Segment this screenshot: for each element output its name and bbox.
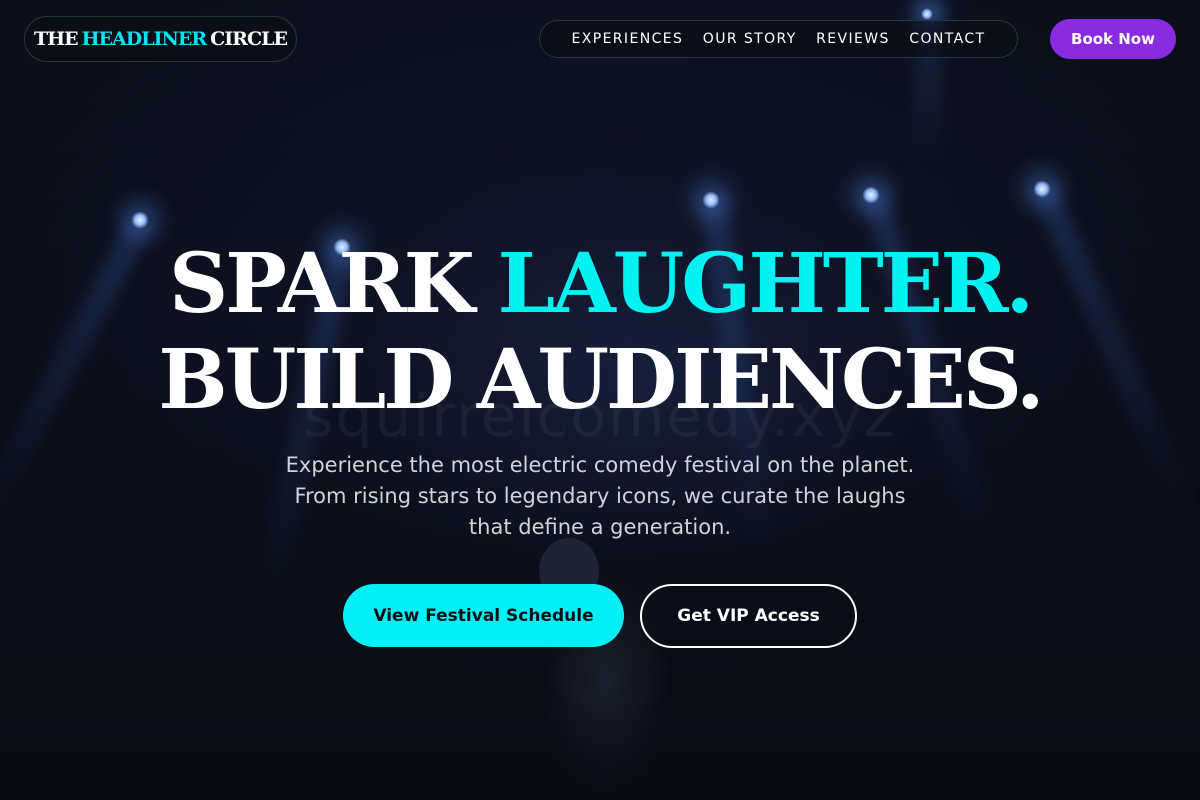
subtitle-line: that define a generation. [468,515,732,539]
stage-light [702,191,720,209]
book-now-button[interactable]: Book Now [1050,19,1176,59]
nav-link-our-story[interactable]: OUR STORY [703,31,797,47]
main-nav: EXPERIENCES OUR STORY REVIEWS CONTACT [539,20,1018,58]
stage-light [131,211,149,229]
hero-subtitle: Experience the most electric comedy fest… [250,450,950,543]
vip-access-button[interactable]: Get VIP Access [640,584,857,648]
stage-light [862,186,880,204]
subtitle-line: From rising stars to legendary icons, we… [294,484,906,508]
nav-link-experiences[interactable]: EXPERIENCES [571,31,683,47]
logo-word-the: THE [34,28,79,50]
site-logo[interactable]: THE HEADLINER CIRCLE [24,16,297,62]
logo-word-circle: CIRCLE [210,28,288,50]
nav-link-reviews[interactable]: REVIEWS [816,31,890,47]
headline-laughter: LAUGHTER. [497,236,1035,332]
stage-light [921,8,933,20]
view-schedule-button[interactable]: View Festival Schedule [343,584,624,647]
subtitle-line: Experience the most electric comedy fest… [285,453,915,477]
nav-link-contact[interactable]: CONTACT [909,31,985,47]
logo-word-headliner: HEADLINER [81,28,208,50]
performer-silhouette [505,530,715,800]
stage-light [1033,180,1051,198]
hero-headline: SPARK LAUGHTER. BUILD AUDIENCES. [0,236,1200,428]
headline-spark: SPARK [168,236,475,332]
headline-build-audiences: BUILD AUDIENCES. [158,332,1044,428]
